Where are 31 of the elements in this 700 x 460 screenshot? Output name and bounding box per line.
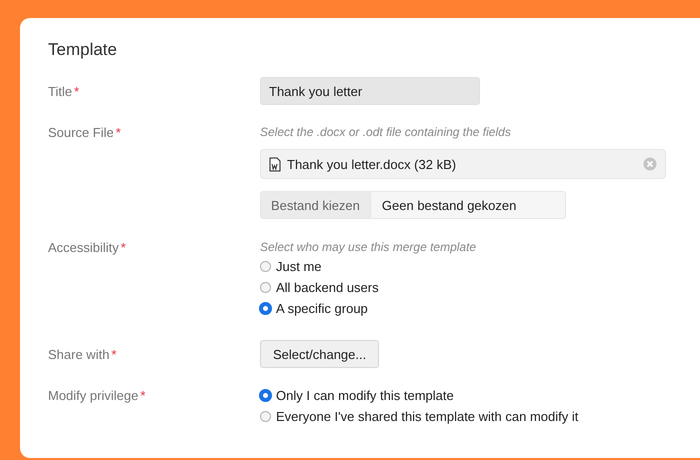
document-icon xyxy=(269,156,281,172)
field-label: Title xyxy=(48,84,72,99)
section-title: Template xyxy=(48,40,118,60)
file-name: Thank you letter.docx (32 kB) xyxy=(287,156,458,172)
radio-button[interactable] xyxy=(260,303,271,314)
option-label: A specific group xyxy=(276,301,368,316)
option-label: All backend users xyxy=(276,280,379,295)
field-hint: Select the .docx or .odt file containing the fields xyxy=(260,125,512,139)
field-label: Modify privilege xyxy=(48,388,138,403)
required-marker: * xyxy=(120,240,126,255)
file-status: Geen bestand gekozen xyxy=(380,198,516,212)
file-chooser[interactable]: Bestand kiezen Geen bestand gekozen xyxy=(260,191,566,219)
option-label: Just me xyxy=(276,259,322,274)
select-change-button[interactable]: Select/change... xyxy=(260,340,380,368)
option-label: Everyone I've shared this template with can modify it xyxy=(276,409,578,424)
title-field[interactable]: Thank you letter xyxy=(260,77,480,105)
field-label: Accessibility xyxy=(48,240,119,255)
choose-file-button[interactable]: Bestand kiezen xyxy=(261,192,371,218)
required-marker: * xyxy=(111,347,116,362)
field-label: Source File xyxy=(48,125,114,140)
required-marker: * xyxy=(74,84,80,99)
radio-button[interactable] xyxy=(260,390,271,401)
field-label: Share with xyxy=(48,347,110,362)
radio-button[interactable] xyxy=(260,411,271,422)
required-marker: * xyxy=(116,125,121,140)
field-hint: Select who may use this merge template xyxy=(260,240,476,254)
radio-button[interactable] xyxy=(260,282,271,293)
required-marker: * xyxy=(140,388,146,403)
clear-icon[interactable] xyxy=(643,157,657,171)
option-label: Only I can modify this template xyxy=(276,388,454,403)
radio-button[interactable] xyxy=(260,261,271,272)
